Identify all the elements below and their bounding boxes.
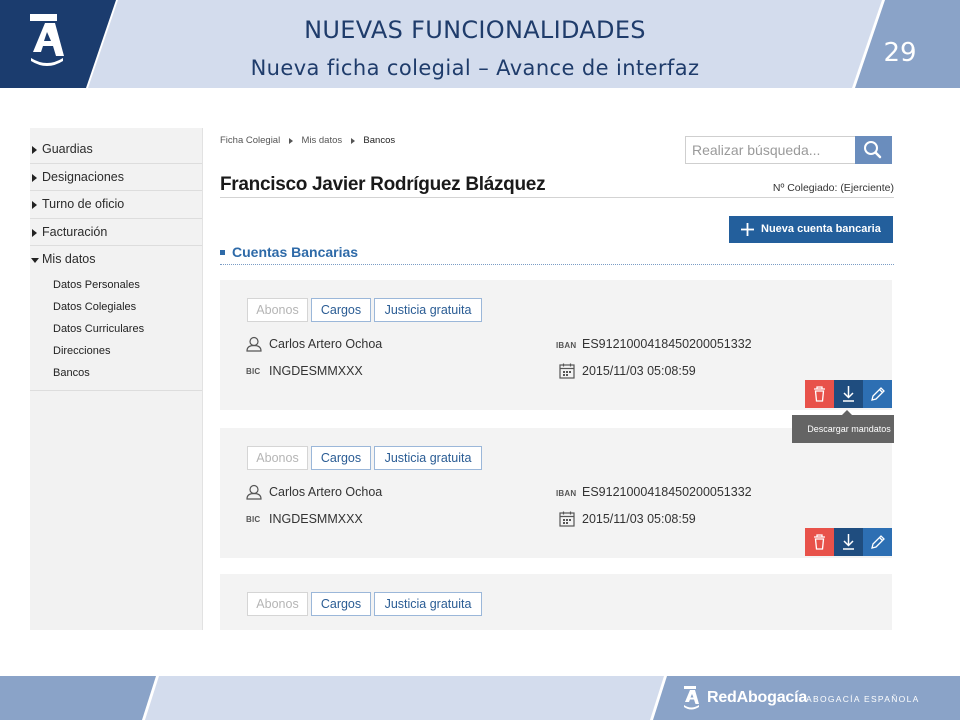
download-mandates-button[interactable] [834, 528, 863, 556]
account-bic: INGDESMMXXX [269, 512, 363, 526]
breadcrumb-ficha-colegial[interactable]: Ficha Colegial [220, 135, 280, 146]
caret-right-icon [32, 228, 37, 237]
slide-number: 29 [883, 38, 917, 68]
calendar-icon [559, 511, 575, 527]
footer-subtitle: ABOGACÍA ESPAÑOLA [806, 694, 920, 704]
iban-label: IBAN [556, 489, 577, 498]
tab-abonos[interactable]: Abonos [247, 446, 308, 470]
search-input[interactable] [685, 136, 856, 164]
breadcrumb-mis-datos[interactable]: Mis datos [301, 135, 342, 146]
tab-cargos[interactable]: Cargos [311, 446, 371, 470]
card-actions [805, 380, 892, 408]
tab-abonos[interactable]: Abonos [247, 298, 308, 322]
caret-down-icon [31, 258, 39, 263]
sidebar-subitem-datos-colegiales[interactable]: Datos Colegiales [30, 296, 202, 318]
main-content: Ficha Colegial Mis datos Bancos Francisc… [220, 128, 894, 630]
new-bank-account-button[interactable]: Nueva cuenta bancaria [729, 216, 893, 243]
sidebar-nav: Guardias Designaciones Turno de oficio F… [30, 128, 203, 630]
trash-icon [814, 386, 825, 402]
section-title-text: Cuentas Bancarias [232, 244, 359, 260]
caret-right-icon [32, 173, 37, 182]
tooltip-text: Descargar mandatos [807, 424, 891, 434]
account-iban: ES9121000418450200051332 [582, 485, 752, 499]
pencil-icon [871, 387, 885, 401]
tooltip-arrow [842, 410, 852, 415]
sidebar-subitem-direcciones[interactable]: Direcciones [30, 340, 202, 362]
bic-label: BIC [246, 515, 261, 524]
user-icon [246, 484, 262, 500]
colegiado-status: Nº Colegiado: (Ejerciente) [772, 182, 894, 194]
bank-account-card: Abonos Cargos Justicia gratuita Carlos A… [220, 428, 892, 558]
breadcrumb-separator-icon [350, 137, 355, 144]
sidebar-item-label: Mis datos [42, 252, 96, 266]
tab-justicia-gratuita[interactable]: Justicia gratuita [374, 446, 482, 470]
sidebar-subitem-datos-personales[interactable]: Datos Personales [30, 274, 202, 296]
divider [220, 197, 894, 198]
caret-right-icon [32, 146, 37, 154]
sidebar-item-facturacion[interactable]: Facturación [30, 219, 202, 246]
footer-brand: RedAbogacía [707, 689, 808, 706]
tab-justicia-gratuita[interactable]: Justicia gratuita [374, 592, 482, 616]
sidebar-submenu: Datos Personales Datos Colegiales Datos … [30, 274, 202, 391]
sidebar-item-mis-datos[interactable]: Mis datos [30, 246, 202, 274]
breadcrumb-bancos: Bancos [363, 135, 396, 146]
trash-icon [814, 534, 825, 550]
delete-button[interactable] [805, 380, 834, 408]
bank-account-card: Abonos Cargos Justicia gratuita Carlos A… [220, 280, 892, 410]
sidebar-item-label: Facturación [42, 224, 108, 239]
account-date: 2015/11/03 05:08:59 [582, 364, 696, 378]
tab-cargos[interactable]: Cargos [311, 592, 371, 616]
plus-icon [741, 223, 754, 236]
app-screenshot: Guardias Designaciones Turno de oficio F… [30, 128, 894, 630]
profile-name: Francisco Javier Rodríguez Blázquez [220, 174, 546, 195]
user-icon [246, 336, 262, 352]
tooltip-descargar-mandatos: Descargar mandatos [792, 410, 894, 443]
tab-abonos[interactable]: Abonos [247, 592, 308, 616]
sidebar-subitem-datos-curriculares[interactable]: Datos Curriculares [30, 318, 202, 340]
bic-label: BIC [246, 367, 261, 376]
search-button[interactable] [855, 136, 892, 164]
sidebar-item-label: Designaciones [42, 169, 124, 184]
tab-cargos[interactable]: Cargos [311, 298, 371, 322]
account-holder: Carlos Artero Ochoa [269, 337, 383, 351]
edit-button[interactable] [863, 528, 892, 556]
section-title: Cuentas Bancarias [220, 244, 358, 260]
sidebar-subitem-bancos[interactable]: Bancos [30, 362, 202, 384]
download-mandates-button[interactable] [834, 380, 863, 408]
footer-logo-icon [684, 686, 699, 710]
breadcrumb-separator-icon [288, 137, 293, 144]
slide-subtitle: Nueva ficha colegial – Avance de interfa… [250, 56, 700, 80]
section-divider [220, 264, 894, 265]
calendar-icon [559, 363, 575, 379]
new-bank-account-label: Nueva cuenta bancaria [761, 223, 881, 235]
account-holder: Carlos Artero Ochoa [269, 485, 383, 499]
logo-icon [30, 14, 64, 66]
bank-account-card: Abonos Cargos Justicia gratuita [220, 574, 892, 630]
square-bullet-icon [220, 250, 225, 255]
breadcrumb: Ficha Colegial Mis datos Bancos [220, 135, 395, 146]
account-date: 2015/11/03 05:08:59 [582, 512, 696, 526]
sidebar-item-label: Guardias [42, 142, 93, 156]
caret-right-icon [32, 201, 37, 209]
sidebar-item-turno-de-oficio[interactable]: Turno de oficio [30, 191, 202, 219]
sidebar-item-guardias[interactable]: Guardias [30, 136, 202, 164]
search-icon [864, 141, 882, 159]
tab-justicia-gratuita[interactable]: Justicia gratuita [374, 298, 482, 322]
card-actions [805, 528, 892, 556]
sidebar-item-label: Turno de oficio [42, 197, 125, 211]
account-bic: INGDESMMXXX [269, 364, 363, 378]
sidebar-item-designaciones[interactable]: Designaciones [30, 164, 202, 191]
download-icon [843, 386, 854, 402]
search-box [685, 136, 893, 164]
slide-header: NUEVAS FUNCIONALIDADES Nueva ficha coleg… [0, 0, 960, 88]
slide-title: NUEVAS FUNCIONALIDADES [304, 16, 646, 44]
account-iban: ES9121000418450200051332 [582, 337, 752, 351]
iban-label: IBAN [556, 341, 577, 350]
delete-button[interactable] [805, 528, 834, 556]
download-icon [843, 534, 854, 550]
pencil-icon [871, 535, 885, 549]
edit-button[interactable] [863, 380, 892, 408]
